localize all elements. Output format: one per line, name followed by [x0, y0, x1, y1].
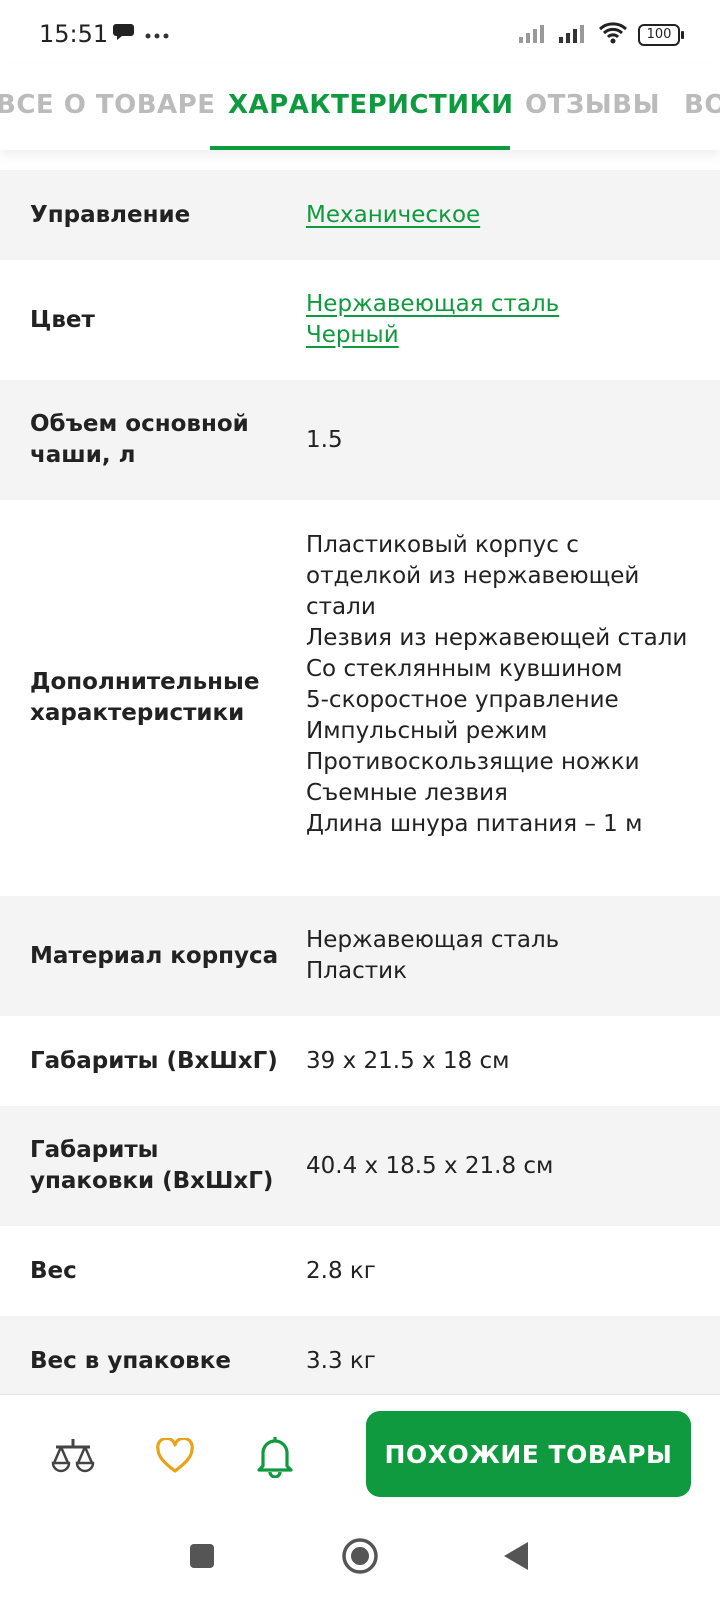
- spec-value: Нержавеющая сталь Пластик: [306, 925, 696, 987]
- spec-value: 39 x 21.5 x 18 см: [306, 1047, 510, 1074]
- spec-link[interactable]: Механическое: [306, 200, 480, 231]
- spec-row: Объем основной чаши, л 1.5: [0, 380, 720, 500]
- spec-value: 1.5: [306, 426, 343, 453]
- spec-row: Материал корпуса Нержавеющая сталь Пласт…: [0, 896, 720, 1016]
- spec-key: Вес: [30, 1257, 77, 1284]
- compare-scales-icon[interactable]: [48, 1431, 98, 1481]
- tab-questions[interactable]: ВО: [684, 64, 720, 150]
- spec-value-line: 5-скоростное управление: [306, 687, 619, 713]
- spec-key: Объем основной чаши, л: [30, 411, 249, 468]
- spec-value-line: Импульсный режим: [306, 718, 548, 744]
- spec-row: Вес в упаковке 3.3 кг: [0, 1316, 720, 1406]
- wifi-icon: [598, 22, 628, 48]
- chat-bubble-icon: [113, 22, 135, 46]
- spec-value-line: Нержавеющая сталь: [306, 927, 560, 953]
- favorite-heart-icon[interactable]: [150, 1431, 200, 1481]
- spec-row: Габариты упаковки (ВхШхГ) 40.4 x 18.5 x …: [0, 1106, 720, 1226]
- spec-value-line: Пластик: [306, 958, 407, 984]
- spec-key: Габариты (ВхШхГ): [30, 1047, 278, 1074]
- signal-icon: [518, 23, 548, 47]
- spec-row: Габариты (ВхШхГ) 39 x 21.5 x 18 см: [0, 1016, 720, 1106]
- spec-key: Дополнительные характеристики: [30, 669, 260, 726]
- battery-icon: 100: [638, 24, 684, 46]
- tab-characteristics[interactable]: ХАРАКТЕРИСТИКИ: [228, 64, 514, 150]
- spec-value: 40.4 x 18.5 x 21.8 см: [306, 1152, 554, 1179]
- tab-about[interactable]: ВСЕ О ТОВАРЕ: [0, 64, 215, 150]
- spec-row: Вес 2.8 кг: [0, 1226, 720, 1316]
- spec-value-line: Пластиковый корпус с отделкой из нержаве…: [306, 532, 640, 620]
- spec-value-line: Длина шнура питания – 1 м: [306, 811, 643, 837]
- product-tabs: ВСЕ О ТОВАРЕ ХАРАКТЕРИСТИКИ ОТЗЫВЫ ВО: [0, 64, 720, 150]
- spec-key: Вес в упаковке: [30, 1347, 231, 1374]
- spec-value: Нержавеющая сталь Черный: [306, 289, 696, 351]
- spec-value-line: Со стеклянным кувшином: [306, 656, 623, 682]
- spec-key: Материал корпуса: [30, 942, 279, 969]
- spec-link[interactable]: Нержавеющая сталь: [306, 289, 559, 320]
- status-bar: 15:51 100: [0, 0, 720, 64]
- status-time: 15:51: [39, 20, 109, 48]
- spec-value: Пластиковый корпус с отделкой из нержаве…: [306, 530, 696, 840]
- spec-key: Управление: [30, 201, 191, 228]
- spec-link[interactable]: Черный: [306, 320, 399, 351]
- recents-square-icon[interactable]: [180, 1534, 224, 1578]
- more-dots-icon: [145, 25, 169, 44]
- spec-value: 3.3 кг: [306, 1347, 376, 1374]
- spec-value: 2.8 кг: [306, 1257, 376, 1284]
- spec-key: Цвет: [30, 306, 95, 333]
- back-triangle-icon[interactable]: [494, 1534, 538, 1578]
- system-nav-bar: [0, 1514, 720, 1600]
- bottom-action-bar: ПОХОЖИЕ ТОВАРЫ: [0, 1394, 720, 1515]
- spec-row: Дополнительные характеристики Пластиковы…: [0, 500, 720, 896]
- tab-reviews[interactable]: ОТЗЫВЫ: [525, 64, 660, 150]
- home-circle-icon[interactable]: [338, 1534, 382, 1578]
- active-tab-indicator: [210, 146, 510, 150]
- similar-products-button[interactable]: ПОХОЖИЕ ТОВАРЫ: [366, 1411, 691, 1497]
- spec-value: Механическое: [306, 200, 696, 231]
- spec-value-line: Лезвия из нержавеющей стали: [306, 625, 688, 651]
- spec-row: Управление Механическое: [0, 170, 720, 260]
- notify-bell-icon[interactable]: [250, 1431, 300, 1481]
- spec-value-line: Противоскользящие ножки: [306, 749, 640, 775]
- spec-value-line: Съемные лезвия: [306, 780, 508, 806]
- signal-icon: [558, 23, 588, 47]
- spec-row: Цвет Нержавеющая сталь Черный: [0, 260, 720, 380]
- spec-key: Габариты упаковки (ВхШхГ): [30, 1137, 274, 1194]
